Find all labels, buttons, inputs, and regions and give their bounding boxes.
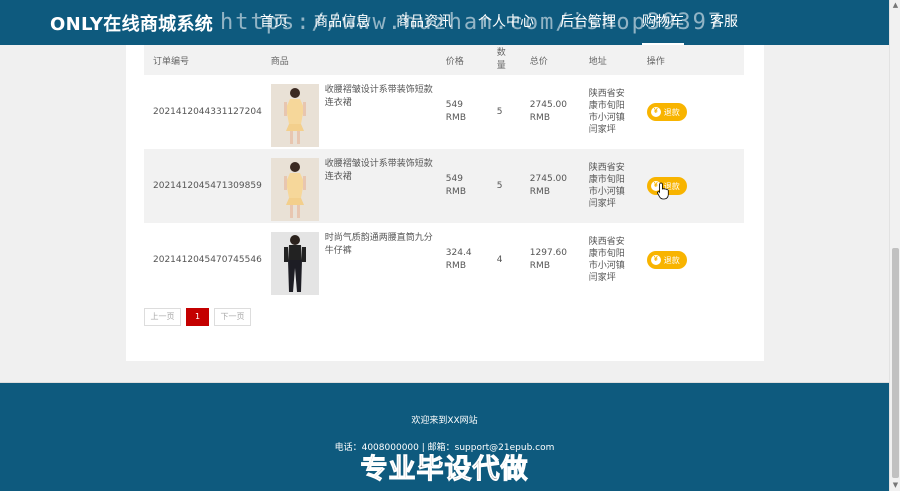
main-nav: 首页 商品信息 商品资讯 个人中心 后台管理 购物车 客服 bbox=[260, 0, 764, 45]
col-price: 价格 bbox=[445, 56, 464, 67]
col-order-id: 订单编号 bbox=[153, 56, 190, 67]
address: 陕西省安康市旬阳市小河镇闫家坪 bbox=[588, 163, 625, 209]
refund-icon: ¥ bbox=[650, 255, 661, 265]
action-cell: ¥ 退款 bbox=[638, 149, 744, 223]
action-cell: ¥ 退款 bbox=[638, 223, 744, 297]
nav-item-0[interactable]: 首页 bbox=[260, 0, 288, 45]
order-table: 订单编号 商品 价格 数量 总价 地址 操作 20214120443311272… bbox=[144, 45, 744, 297]
nav-item-5[interactable]: 购物车 bbox=[642, 0, 684, 45]
refund-label: 退款 bbox=[663, 107, 680, 117]
product-image[interactable] bbox=[270, 231, 319, 295]
order-list-card: 订单编号 商品 价格 数量 总价 地址 操作 20214120443311272… bbox=[126, 45, 764, 361]
product-image[interactable] bbox=[270, 83, 319, 147]
page-1-button[interactable]: 1 bbox=[186, 308, 209, 326]
next-page-button[interactable]: 下一页 bbox=[214, 308, 251, 326]
quantity: 5 bbox=[496, 107, 503, 117]
total: 2745.00 RMB bbox=[529, 100, 568, 123]
hand-cursor-icon bbox=[657, 182, 669, 200]
order-id: 2021412045471309859 bbox=[153, 181, 262, 191]
product-cell: 收腰褶皱设计系带装饰短款连衣裙 bbox=[262, 75, 437, 149]
table-row: 2021412045470745546 时尚气质韵通两腰直筒九分牛仔裤 324.4 … bbox=[144, 223, 744, 297]
footer-welcome: 欢迎来到XX网站 bbox=[411, 416, 478, 426]
vertical-scrollbar[interactable]: ▲ ▼ bbox=[889, 0, 900, 491]
order-id: 2021412045470745546 bbox=[153, 255, 262, 265]
refund-button[interactable]: ¥ 退款 bbox=[646, 251, 687, 269]
nav-item-3[interactable]: 个人中心 bbox=[478, 0, 534, 45]
action-cell: ¥ 退款 bbox=[638, 75, 744, 149]
price: 549 RMB bbox=[445, 174, 466, 197]
price: 324.4 RMB bbox=[445, 248, 472, 271]
nav-item-1[interactable]: 商品信息 bbox=[314, 0, 370, 45]
quantity: 4 bbox=[496, 255, 503, 265]
product-name[interactable]: 收腰褶皱设计系带装饰短款连衣裙 bbox=[325, 84, 433, 110]
product-image[interactable] bbox=[270, 157, 319, 221]
top-nav-bar: ONLY在线商城系统 首页 商品信息 商品资讯 个人中心 后台管理 购物车 客服 https… bbox=[0, 0, 889, 45]
product-name[interactable]: 时尚气质韵通两腰直筒九分牛仔裤 bbox=[325, 232, 433, 258]
nav-item-2[interactable]: 商品资讯 bbox=[396, 0, 452, 45]
scroll-up-arrow-icon[interactable]: ▲ bbox=[890, 0, 900, 11]
site-brand[interactable]: ONLY在线商城系统 bbox=[50, 10, 213, 36]
table-row: 2021412045471309859 收腰褶皱设计系带装饰短款连衣裙 549 RM… bbox=[144, 149, 744, 223]
nav-item-4[interactable]: 后台管理 bbox=[560, 0, 616, 45]
col-action: 操作 bbox=[646, 56, 665, 67]
col-product: 商品 bbox=[270, 56, 289, 67]
refund-icon: ¥ bbox=[650, 107, 661, 117]
price: 549 RMB bbox=[445, 100, 466, 123]
total: 2745.00 RMB bbox=[529, 174, 568, 197]
page-divider bbox=[0, 361, 889, 383]
order-id: 2021412044331127204 bbox=[153, 107, 262, 117]
scroll-down-arrow-icon[interactable]: ▼ bbox=[890, 480, 900, 491]
prev-page-button[interactable]: 上一页 bbox=[144, 308, 181, 326]
quantity: 5 bbox=[496, 181, 503, 191]
pagination: 上一页 1 下一页 bbox=[144, 308, 251, 326]
address: 陕西省安康市旬阳市小河镇闫家坪 bbox=[588, 237, 625, 283]
refund-label: 退款 bbox=[663, 255, 680, 265]
product-cell: 收腰褶皱设计系带装饰短款连衣裙 bbox=[262, 149, 437, 223]
scrollbar-thumb[interactable] bbox=[892, 248, 899, 478]
nav-item-6[interactable]: 客服 bbox=[710, 0, 738, 45]
table-header-row: 订单编号 商品 价格 数量 总价 地址 操作 bbox=[144, 45, 744, 75]
site-footer: 欢迎来到XX网站 电话：4008000000 | 邮箱：support@21ep… bbox=[0, 383, 889, 491]
col-qty: 数量 bbox=[496, 48, 506, 71]
table-row: 2021412044331127204 收腰褶皱设计系带装饰短款连衣裙 549 RM… bbox=[144, 75, 744, 149]
col-total: 总价 bbox=[529, 56, 548, 67]
address: 陕西省安康市旬阳市小河镇闫家坪 bbox=[588, 89, 625, 135]
col-address: 地址 bbox=[588, 56, 607, 67]
refund-button[interactable]: ¥ 退款 bbox=[646, 103, 687, 121]
total: 1297.60 RMB bbox=[529, 248, 568, 271]
product-name[interactable]: 收腰褶皱设计系带装饰短款连衣裙 bbox=[325, 158, 433, 184]
footer-watermark: 专业毕设代做 bbox=[360, 454, 529, 486]
product-cell: 时尚气质韵通两腰直筒九分牛仔裤 bbox=[262, 223, 437, 297]
